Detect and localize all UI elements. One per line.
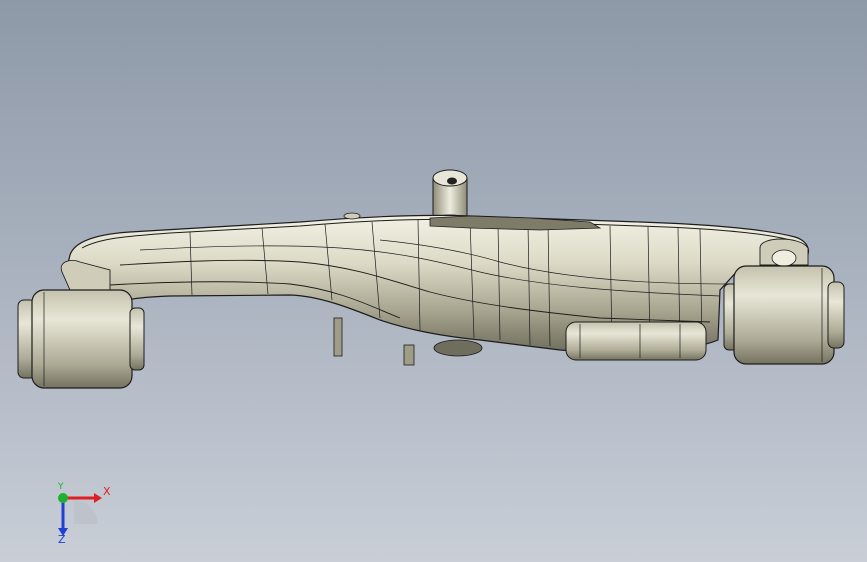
graphics-viewport[interactable]: X Y Z <box>0 0 867 562</box>
y-axis-label: Y <box>58 482 64 492</box>
coordinate-triad: X Y Z <box>40 478 130 548</box>
x-axis-label: X <box>103 485 111 498</box>
z-axis-label: Z <box>58 533 66 546</box>
y-axis-dot <box>58 493 68 503</box>
x-axis-arrow <box>94 493 102 503</box>
suspension-arm-model[interactable] <box>0 0 867 562</box>
